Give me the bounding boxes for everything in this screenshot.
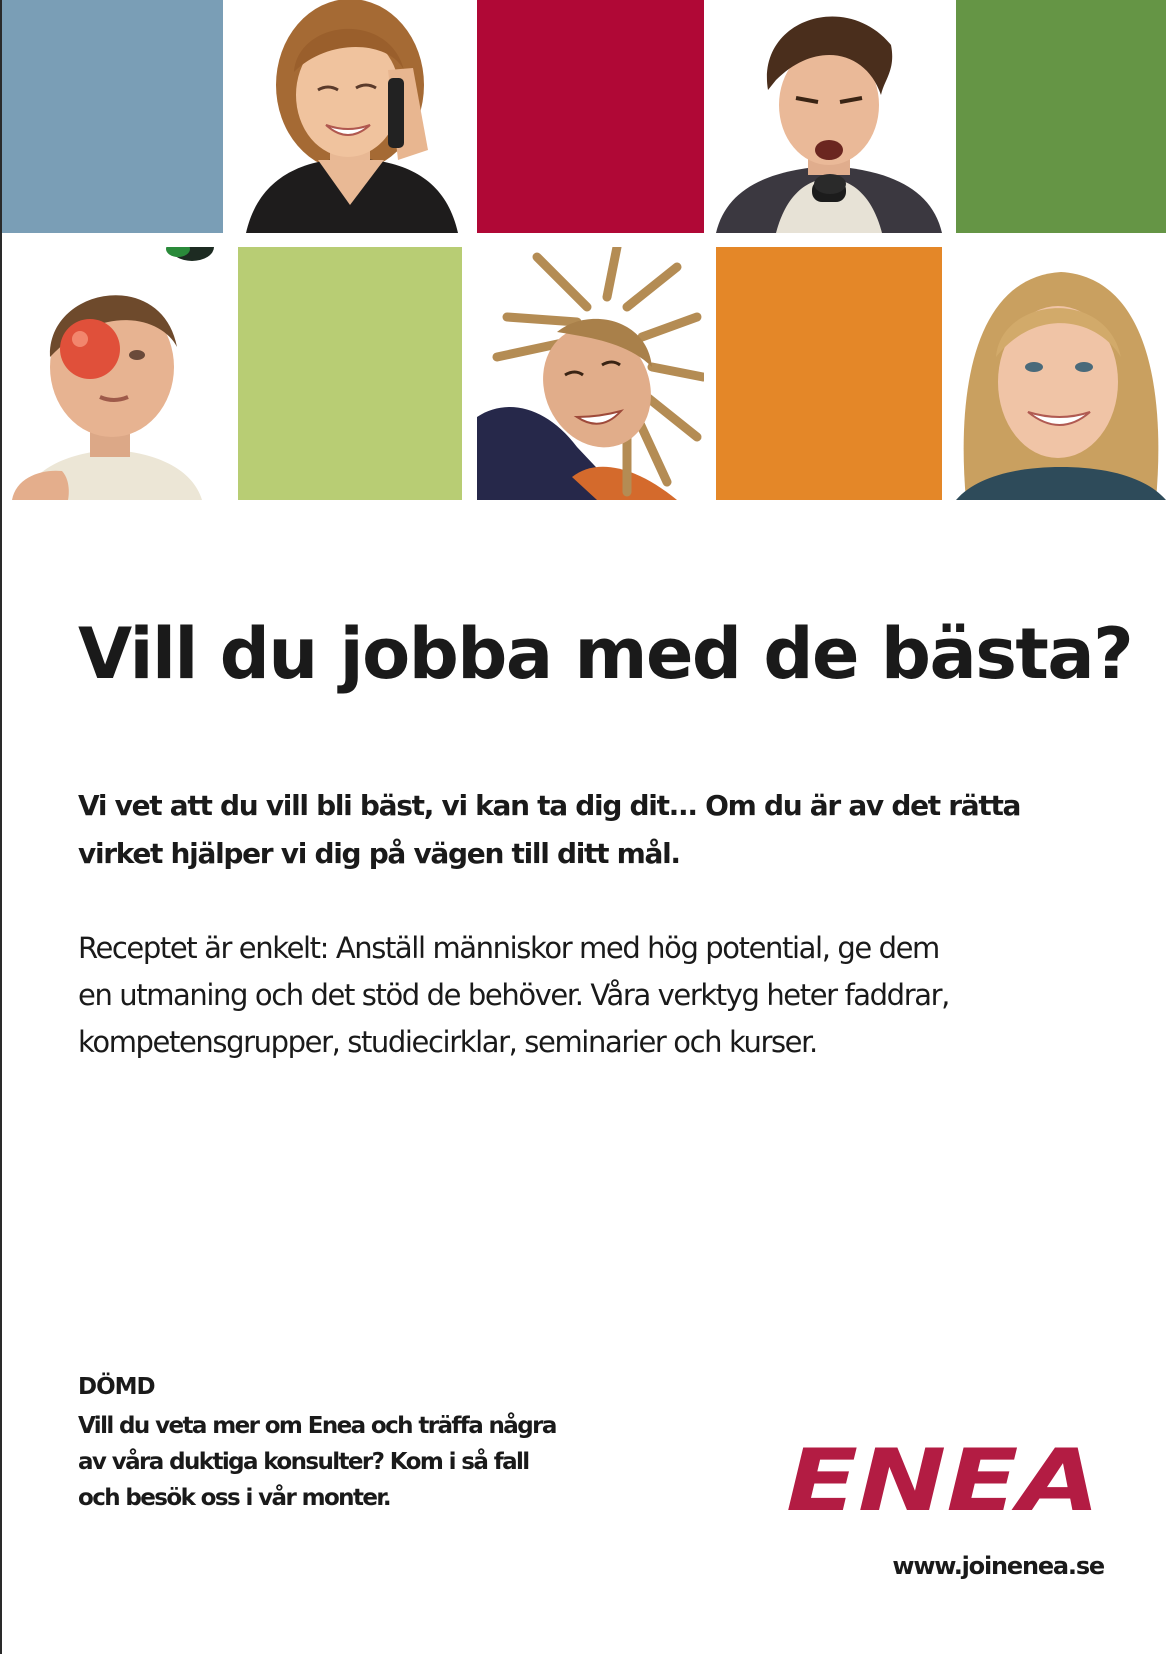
photo-woman-on-phone: [238, 0, 462, 233]
logo-wordmark: ENEA: [786, 1444, 1100, 1516]
body-line: Receptet är enkelt: Anställ människor me…: [78, 931, 940, 965]
booth-line: av våra duktiga konsulter? Kom i så fall: [78, 1449, 530, 1475]
website-url[interactable]: www.joinenea.se: [820, 1552, 1105, 1580]
lead-line: Vi vet att du vill bli bäst, vi kan ta d…: [78, 789, 1021, 822]
headline: Vill du jobba med de bästa?: [78, 613, 1134, 695]
blue-color-tile: [2, 0, 223, 233]
green-color-tile: [956, 0, 1166, 233]
body-paragraph: Receptet är enkelt: Anställ människor me…: [78, 925, 1118, 1066]
booth-heading: DÖMD: [78, 1374, 156, 1400]
image-grid: [0, 0, 1166, 500]
enea-logo: ENEA: [786, 1444, 1100, 1516]
body-line: kompetensgrupper, studiecirklar, seminar…: [78, 1025, 818, 1059]
photo-woman-smiling: [956, 247, 1166, 500]
booth-paragraph: Vill du veta mer om Enea och träffa någr…: [78, 1408, 598, 1516]
red-color-tile: [477, 0, 704, 233]
lead-paragraph: Vi vet att du vill bli bäst, vi kan ta d…: [78, 782, 1108, 878]
photo-man-singing: [716, 0, 942, 233]
booth-line: Vill du veta mer om Enea och träffa någr…: [78, 1413, 557, 1439]
booth-line: och besök oss i vår monter.: [78, 1485, 392, 1511]
photo-man-dreadlocks: [477, 247, 704, 500]
body-line: en utmaning och det stöd de behöver. Vår…: [78, 978, 950, 1012]
lead-line: virket hjälper vi dig på vägen till ditt…: [78, 837, 681, 870]
orange-color-tile: [716, 247, 942, 500]
photo-man-juggling: [2, 247, 223, 500]
light-green-color-tile: [238, 247, 462, 500]
